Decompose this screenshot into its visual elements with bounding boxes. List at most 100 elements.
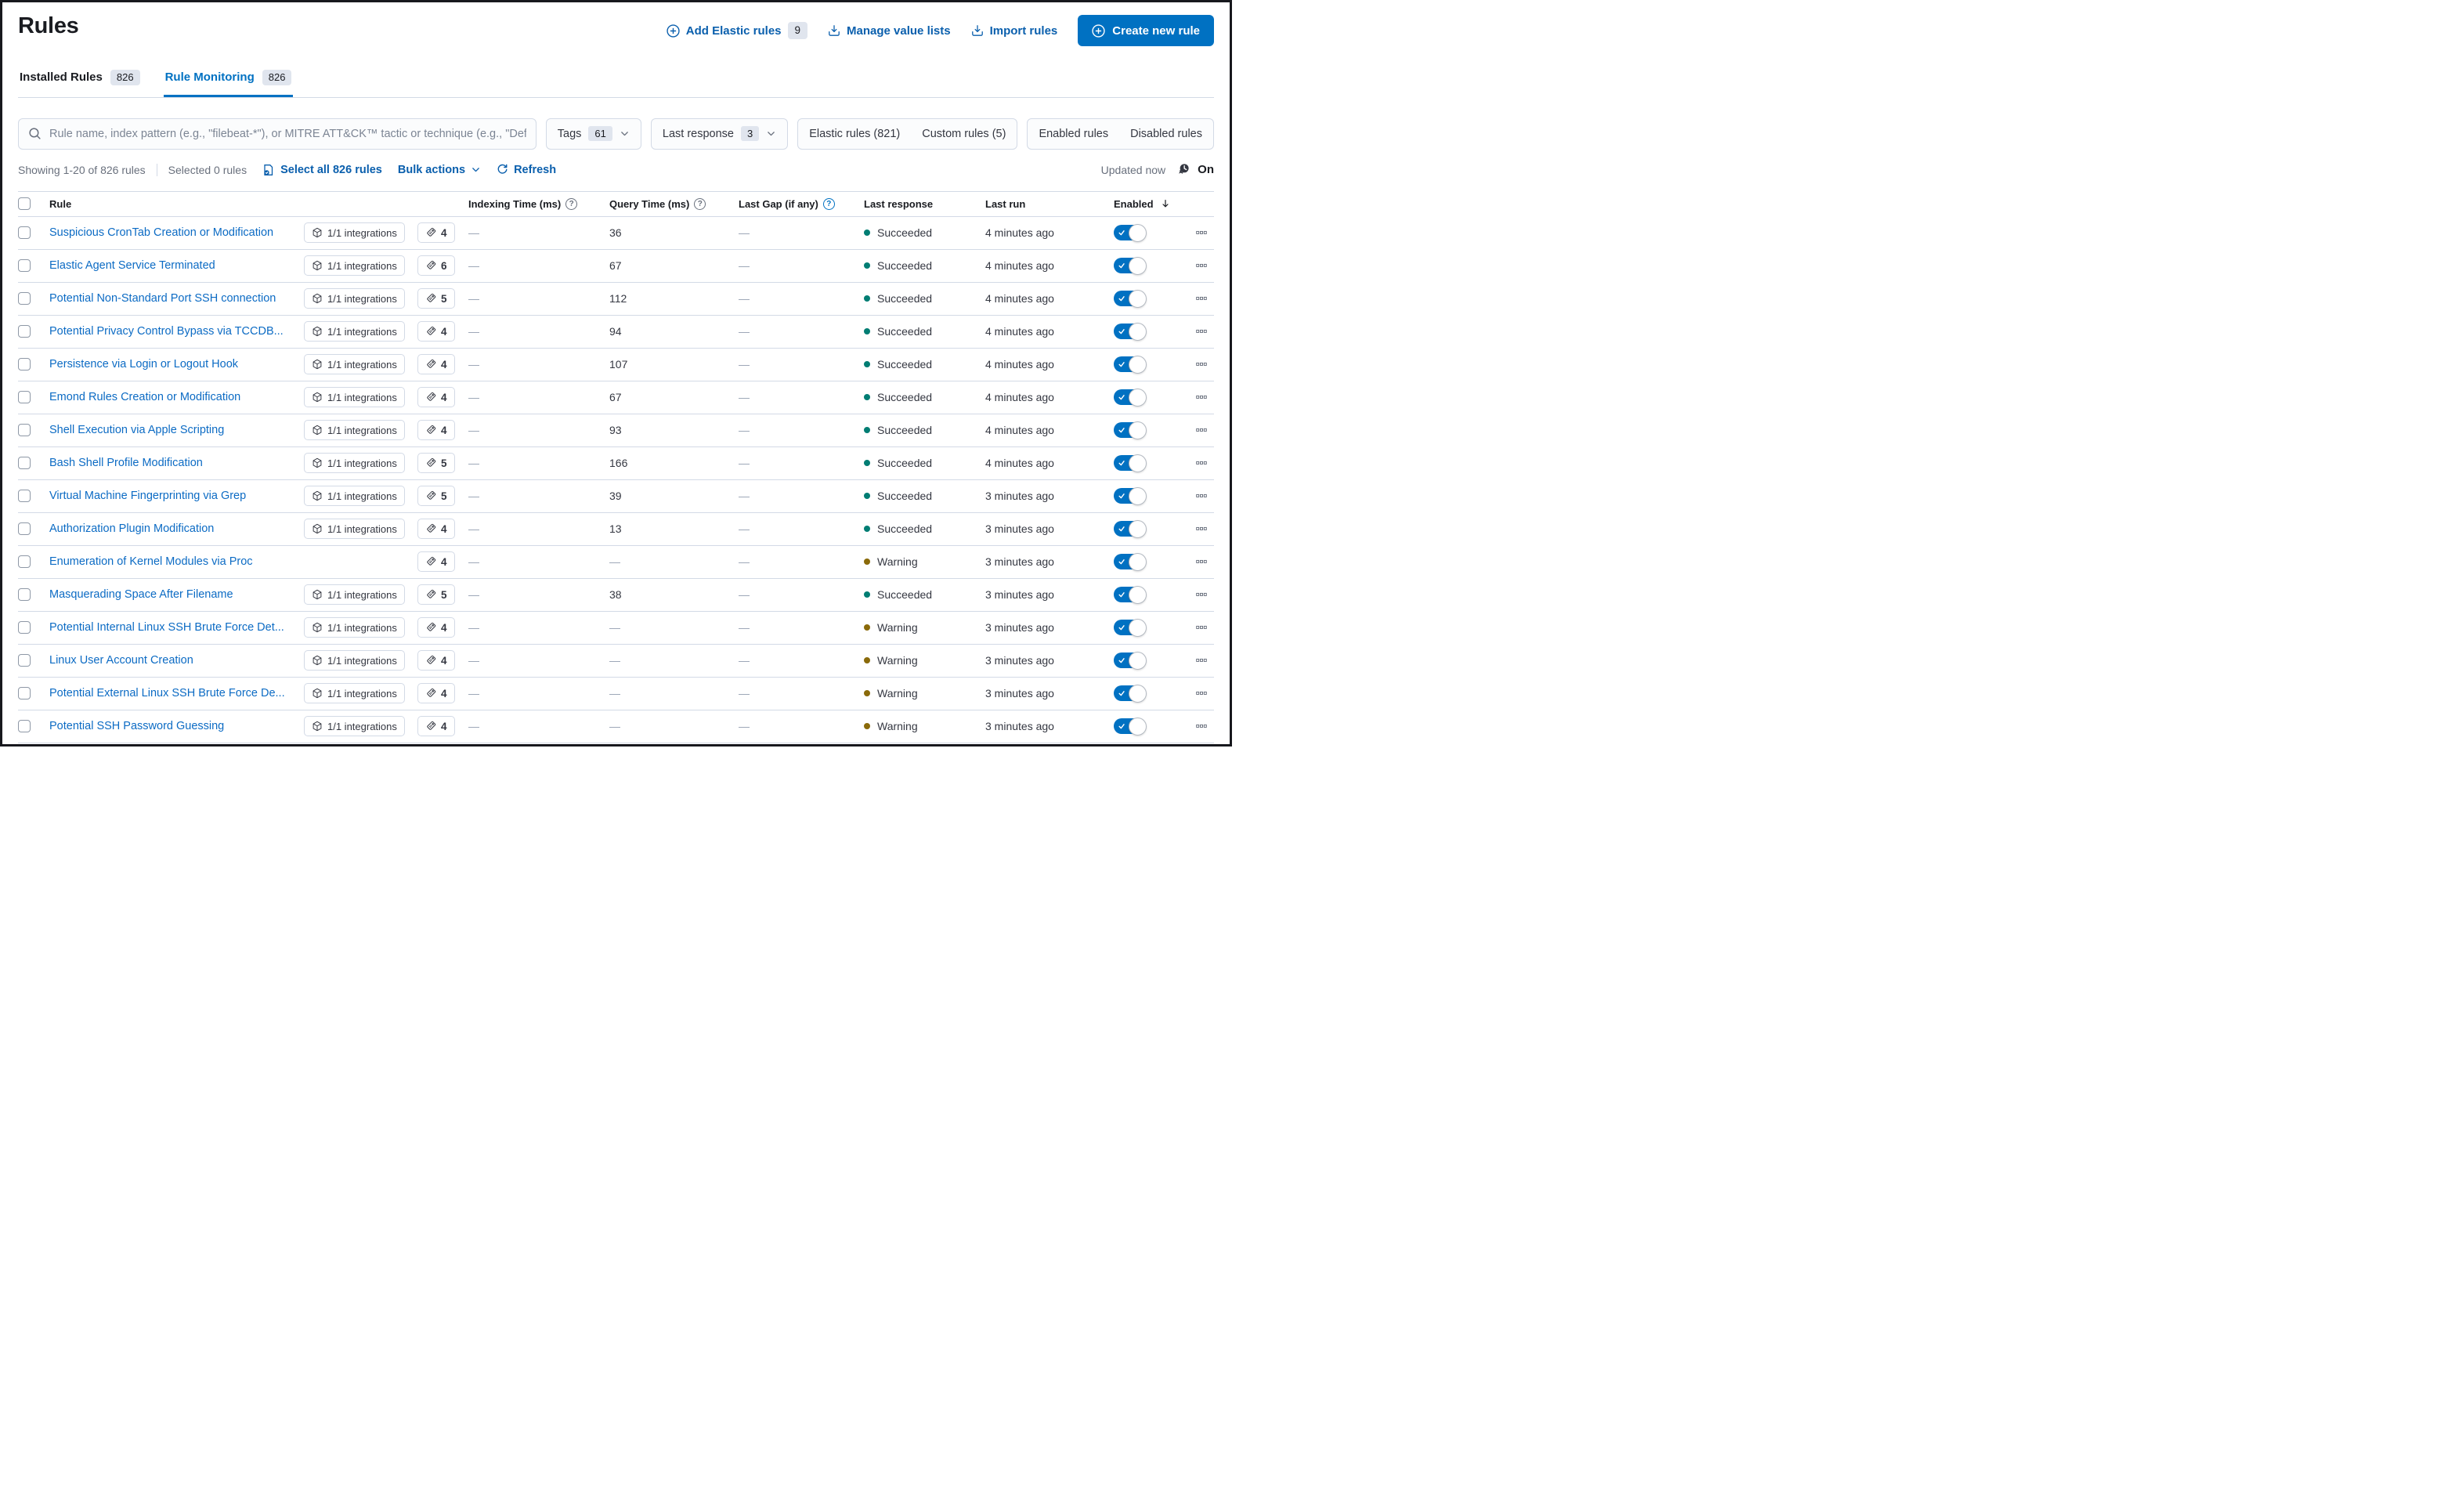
rule-name-link[interactable]: Linux User Account Creation	[49, 654, 193, 667]
custom-rules-filter-button[interactable]: Custom rules (5)	[922, 128, 1006, 140]
rule-name-link[interactable]: Potential Privacy Control Bypass via TCC…	[49, 325, 284, 338]
row-checkbox[interactable]	[18, 720, 31, 733]
enabled-toggle[interactable]	[1114, 684, 1147, 703]
auto-refresh-indicator[interactable]: On	[1176, 162, 1214, 177]
row-checkbox[interactable]	[18, 654, 31, 667]
row-actions-button[interactable]	[1192, 684, 1211, 703]
row-checkbox[interactable]	[18, 621, 31, 634]
row-checkbox[interactable]	[18, 358, 31, 371]
refresh-button[interactable]: Refresh	[497, 164, 556, 176]
import-rules-button[interactable]: Import rules	[971, 24, 1057, 38]
row-checkbox[interactable]	[18, 226, 31, 240]
enabled-toggle[interactable]	[1114, 322, 1147, 341]
last-response-filter-button[interactable]: Last response 3	[663, 125, 776, 142]
create-new-rule-button[interactable]: Create new rule	[1078, 15, 1214, 46]
row-actions-button[interactable]	[1192, 618, 1211, 637]
rule-name-link[interactable]: Shell Execution via Apple Scripting	[49, 424, 224, 436]
integrations-badge[interactable]: 1/1 integrations	[304, 288, 405, 309]
tags-badge[interactable]: 4	[417, 420, 455, 441]
integrations-badge[interactable]: 1/1 integrations	[304, 617, 405, 638]
row-actions-button[interactable]	[1192, 223, 1211, 242]
tags-filter-button[interactable]: Tags 61	[558, 125, 630, 142]
row-checkbox[interactable]	[18, 522, 31, 536]
row-actions-button[interactable]	[1192, 519, 1211, 538]
integrations-badge[interactable]: 1/1 integrations	[304, 486, 405, 507]
enabled-toggle[interactable]	[1114, 421, 1147, 439]
enabled-rules-filter-button[interactable]: Enabled rules	[1039, 128, 1108, 140]
tags-badge[interactable]: 4	[417, 354, 455, 375]
row-actions-button[interactable]	[1192, 486, 1211, 505]
help-icon[interactable]: ?	[565, 197, 578, 210]
row-checkbox[interactable]	[18, 490, 31, 503]
tags-badge[interactable]: 4	[417, 321, 455, 342]
row-checkbox[interactable]	[18, 292, 31, 305]
integrations-badge[interactable]: 1/1 integrations	[304, 387, 405, 408]
tags-badge[interactable]: 4	[417, 222, 455, 244]
integrations-badge[interactable]: 1/1 integrations	[304, 519, 405, 540]
help-icon[interactable]: ?	[822, 197, 835, 210]
rule-name-link[interactable]: Bash Shell Profile Modification	[49, 457, 203, 469]
manage-value-lists-button[interactable]: Manage value lists	[828, 24, 951, 38]
tags-badge[interactable]: 4	[417, 716, 455, 737]
bulk-actions-button[interactable]: Bulk actions	[398, 164, 481, 176]
row-checkbox[interactable]	[18, 687, 31, 700]
enabled-toggle[interactable]	[1114, 552, 1147, 571]
rule-name-link[interactable]: Authorization Plugin Modification	[49, 522, 214, 535]
rule-name-link[interactable]: Potential SSH Password Guessing	[49, 720, 224, 732]
enabled-toggle[interactable]	[1114, 256, 1147, 275]
row-actions-button[interactable]	[1192, 717, 1211, 736]
row-checkbox[interactable]	[18, 424, 31, 437]
tags-badge[interactable]: 5	[417, 288, 455, 309]
enabled-toggle[interactable]	[1114, 388, 1147, 407]
integrations-badge[interactable]: 1/1 integrations	[304, 321, 405, 342]
integrations-badge[interactable]: 1/1 integrations	[304, 453, 405, 474]
enabled-toggle[interactable]	[1114, 355, 1147, 374]
column-header-enabled[interactable]: Enabled	[1114, 198, 1192, 210]
tags-badge[interactable]: 4	[417, 519, 455, 540]
tab-installed-rules[interactable]: Installed Rules 826	[18, 70, 142, 97]
row-actions-button[interactable]	[1192, 289, 1211, 308]
row-actions-button[interactable]	[1192, 421, 1211, 439]
disabled-rules-filter-button[interactable]: Disabled rules	[1130, 128, 1202, 140]
help-icon[interactable]: ?	[694, 197, 706, 210]
tags-badge[interactable]: 5	[417, 486, 455, 507]
rule-name-link[interactable]: Virtual Machine Fingerprinting via Grep	[49, 490, 246, 502]
rule-name-link[interactable]: Potential External Linux SSH Brute Force…	[49, 687, 285, 700]
row-checkbox[interactable]	[18, 588, 31, 602]
row-checkbox[interactable]	[18, 457, 31, 470]
enabled-toggle[interactable]	[1114, 651, 1147, 670]
enabled-toggle[interactable]	[1114, 585, 1147, 604]
enabled-toggle[interactable]	[1114, 454, 1147, 472]
row-checkbox[interactable]	[18, 555, 31, 569]
row-actions-button[interactable]	[1192, 552, 1211, 571]
tab-rule-monitoring[interactable]: Rule Monitoring 826	[163, 70, 294, 97]
enabled-toggle[interactable]	[1114, 717, 1147, 736]
integrations-badge[interactable]: 1/1 integrations	[304, 683, 405, 704]
row-actions-button[interactable]	[1192, 651, 1211, 670]
rule-name-link[interactable]: Suspicious CronTab Creation or Modificat…	[49, 226, 273, 239]
enabled-toggle[interactable]	[1114, 618, 1147, 637]
row-actions-button[interactable]	[1192, 256, 1211, 275]
row-checkbox[interactable]	[18, 259, 31, 273]
integrations-badge[interactable]: 1/1 integrations	[304, 222, 405, 244]
select-all-button[interactable]: Select all 826 rules	[262, 164, 382, 176]
tags-badge[interactable]: 5	[417, 453, 455, 474]
elastic-rules-filter-button[interactable]: Elastic rules (821)	[809, 128, 900, 140]
integrations-badge[interactable]: 1/1 integrations	[304, 354, 405, 375]
integrations-badge[interactable]: 1/1 integrations	[304, 420, 405, 441]
rule-name-link[interactable]: Potential Internal Linux SSH Brute Force…	[49, 621, 284, 634]
search-input[interactable]	[49, 127, 526, 140]
rule-name-link[interactable]: Emond Rules Creation or Modification	[49, 391, 240, 403]
tags-badge[interactable]: 4	[417, 683, 455, 704]
row-checkbox[interactable]	[18, 391, 31, 404]
add-elastic-rules-button[interactable]: Add Elastic rules 9	[667, 21, 808, 40]
row-actions-button[interactable]	[1192, 454, 1211, 472]
rule-name-link[interactable]: Masquerading Space After Filename	[49, 588, 233, 601]
enabled-toggle[interactable]	[1114, 486, 1147, 505]
rule-name-link[interactable]: Enumeration of Kernel Modules via Proc	[49, 555, 253, 568]
integrations-badge[interactable]: 1/1 integrations	[304, 716, 405, 737]
enabled-toggle[interactable]	[1114, 289, 1147, 308]
rule-name-link[interactable]: Elastic Agent Service Terminated	[49, 259, 215, 272]
integrations-badge[interactable]: 1/1 integrations	[304, 584, 405, 606]
row-checkbox[interactable]	[18, 325, 31, 338]
